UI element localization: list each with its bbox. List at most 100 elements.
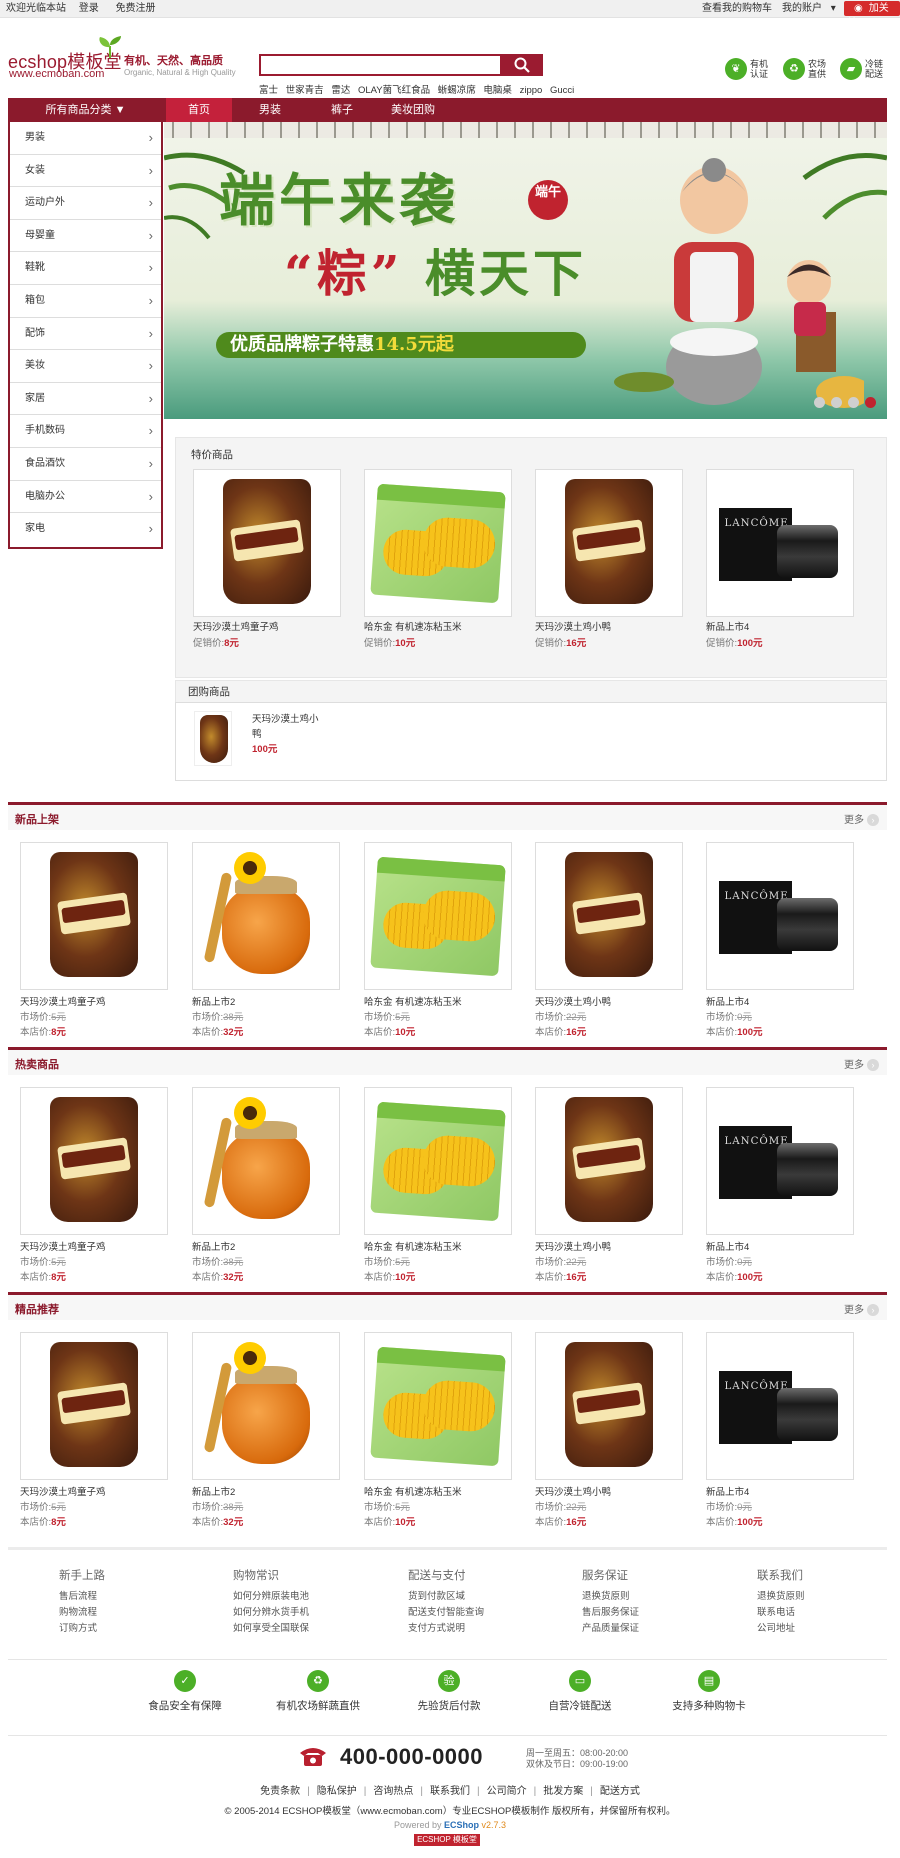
login-link[interactable]: 登录: [79, 3, 99, 14]
product-image[interactable]: LANCÔME: [706, 842, 854, 990]
register-link[interactable]: 免费注册: [116, 3, 156, 14]
product-image[interactable]: [192, 1332, 340, 1480]
slide-dot[interactable]: [831, 397, 842, 408]
category-item[interactable]: 电脑办公: [10, 481, 161, 514]
product-image[interactable]: [364, 1332, 512, 1480]
product-name[interactable]: 新品上市2: [192, 1239, 235, 1253]
category-item[interactable]: 母婴童: [10, 220, 161, 253]
slide-dot[interactable]: [814, 397, 825, 408]
footer-bottom-link[interactable]: 联系我们: [430, 1786, 470, 1797]
footer-bottom-link[interactable]: 隐私保护: [317, 1786, 357, 1797]
all-categories-toggle[interactable]: 所有商品分类 ▼: [8, 98, 163, 122]
category-item[interactable]: 男装: [10, 122, 161, 155]
footer-link[interactable]: 购物流程: [59, 1605, 105, 1621]
product-name[interactable]: 新品上市2: [192, 994, 235, 1008]
product-image[interactable]: [535, 1087, 683, 1235]
product-name[interactable]: 哈东金 有机速冻粘玉米: [364, 1239, 462, 1253]
product-name[interactable]: 天玛沙漠土鸡小鸭: [535, 619, 611, 633]
nav-item-beauty-group[interactable]: 美妆团购: [380, 98, 446, 122]
footer-link[interactable]: 支付方式说明: [408, 1621, 484, 1637]
slide-dot[interactable]: [848, 397, 859, 408]
footer-link[interactable]: 如何分辨水货手机: [233, 1605, 309, 1621]
search-input[interactable]: [259, 54, 502, 76]
footer-link[interactable]: 退换货原则: [757, 1589, 805, 1605]
product-name[interactable]: 天玛沙漠土鸡童子鸡: [20, 994, 106, 1008]
group-item-name[interactable]: 天玛沙漠土鸡小: [252, 711, 319, 725]
nav-item-home[interactable]: 首页: [166, 98, 232, 122]
keyword-link[interactable]: Gucci: [550, 85, 574, 96]
view-cart-link[interactable]: 查看我的购物车: [702, 0, 772, 18]
footer-bottom-link[interactable]: 免责条款: [260, 1786, 300, 1797]
product-image[interactable]: [192, 1087, 340, 1235]
weibo-follow-button[interactable]: ◉ 加关注: [844, 1, 900, 29]
category-item[interactable]: 女装: [10, 155, 161, 188]
product-name[interactable]: 天玛沙漠土鸡小鸭: [535, 994, 611, 1008]
footer-bottom-link[interactable]: 配送方式: [600, 1786, 640, 1797]
product-name[interactable]: 天玛沙漠土鸡小鸭: [535, 1239, 611, 1253]
product-image[interactable]: [193, 469, 341, 617]
more-link[interactable]: 更多 ›: [844, 1301, 879, 1317]
account-menu[interactable]: 我的账户 ▾: [776, 0, 836, 18]
group-item-name-cont[interactable]: 鸭: [252, 726, 262, 740]
category-item[interactable]: 家居: [10, 383, 161, 416]
product-image[interactable]: [364, 842, 512, 990]
keyword-link[interactable]: 富士: [259, 85, 278, 96]
product-name[interactable]: 哈东金 有机速冻粘玉米: [364, 1484, 462, 1498]
product-image[interactable]: LANCÔME: [706, 1087, 854, 1235]
category-item[interactable]: 箱包: [10, 285, 161, 318]
product-image[interactable]: [535, 842, 683, 990]
product-name[interactable]: 新品上市2: [192, 1484, 235, 1498]
category-item[interactable]: 美妆: [10, 350, 161, 383]
category-item[interactable]: 家电: [10, 513, 161, 546]
footer-link[interactable]: 售后服务保证: [582, 1605, 639, 1621]
category-item[interactable]: 食品酒饮: [10, 448, 161, 481]
category-item[interactable]: 配饰: [10, 318, 161, 351]
footer-bottom-link[interactable]: 咨询热点: [373, 1786, 413, 1797]
more-link[interactable]: 更多 ›: [844, 811, 879, 827]
product-name[interactable]: 新品上市4: [706, 1484, 749, 1498]
powered-brand[interactable]: ECShop: [444, 1820, 479, 1830]
footer-link[interactable]: 配送支付智能查询: [408, 1605, 484, 1621]
product-image[interactable]: LANCÔME: [706, 1332, 854, 1480]
product-image[interactable]: LANCÔME: [706, 469, 854, 617]
keyword-link[interactable]: OLAY菌飞红食品: [358, 85, 430, 96]
product-name[interactable]: 新品上市4: [706, 619, 749, 633]
product-image[interactable]: [535, 1332, 683, 1480]
footer-link[interactable]: 联系电话: [757, 1605, 805, 1621]
product-name[interactable]: 哈东金 有机速冻粘玉米: [364, 619, 462, 633]
category-item[interactable]: 手机数码: [10, 415, 161, 448]
search-button[interactable]: [501, 54, 543, 76]
category-item[interactable]: 鞋靴: [10, 252, 161, 285]
keyword-link[interactable]: zippo: [520, 85, 543, 96]
footer-link[interactable]: 订购方式: [59, 1621, 105, 1637]
footer-logo[interactable]: ECSHOP 模板堂: [414, 1834, 480, 1846]
footer-link[interactable]: 产品质量保证: [582, 1621, 639, 1637]
product-name[interactable]: 天玛沙漠土鸡童子鸡: [193, 619, 279, 633]
nav-item-menswear[interactable]: 男装: [237, 98, 303, 122]
category-item[interactable]: 运动户外: [10, 187, 161, 220]
product-image[interactable]: [364, 469, 512, 617]
keyword-link[interactable]: 雷达: [331, 85, 350, 96]
footer-bottom-link[interactable]: 批发方案: [543, 1786, 583, 1797]
more-link[interactable]: 更多 ›: [844, 1056, 879, 1072]
footer-link[interactable]: 退换货原则: [582, 1589, 639, 1605]
product-name[interactable]: 哈东金 有机速冻粘玉米: [364, 994, 462, 1008]
product-image[interactable]: [20, 842, 168, 990]
product-name[interactable]: 天玛沙漠土鸡童子鸡: [20, 1239, 106, 1253]
product-image[interactable]: [192, 842, 340, 990]
keyword-link[interactable]: 电脑桌: [483, 85, 512, 96]
product-image[interactable]: [364, 1087, 512, 1235]
footer-link[interactable]: 如何分辨原装电池: [233, 1589, 309, 1605]
keyword-link[interactable]: 世家青吉: [286, 85, 324, 96]
footer-link[interactable]: 公司地址: [757, 1621, 805, 1637]
product-image[interactable]: [20, 1332, 168, 1480]
product-name[interactable]: 新品上市4: [706, 994, 749, 1008]
footer-link[interactable]: 售后流程: [59, 1589, 105, 1605]
product-image[interactable]: [20, 1087, 168, 1235]
hero-banner[interactable]: 端午来袭 端午 “粽” 横天下 优质品牌粽子特惠14.5元起: [164, 122, 887, 419]
keyword-link[interactable]: 蜥蜴凉席: [438, 85, 476, 96]
slide-dot-active[interactable]: [865, 397, 876, 408]
product-name[interactable]: 天玛沙漠土鸡小鸭: [535, 1484, 611, 1498]
product-name[interactable]: 新品上市4: [706, 1239, 749, 1253]
nav-item-pants[interactable]: 裤子: [309, 98, 375, 122]
